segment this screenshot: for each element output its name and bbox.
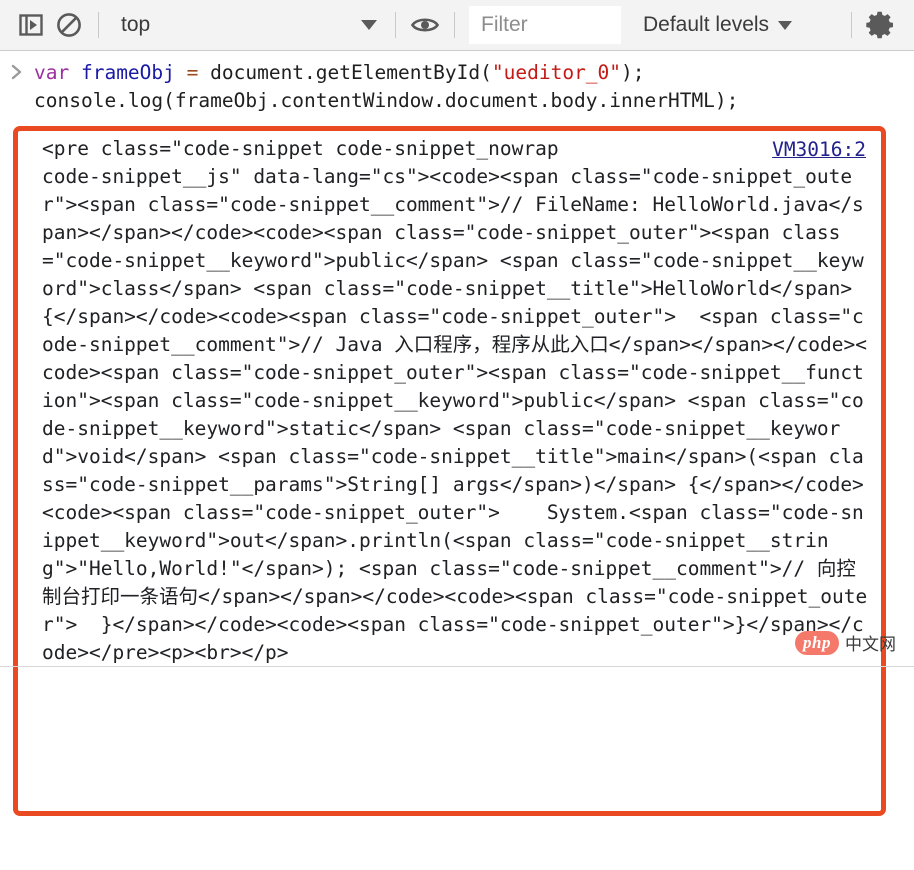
prompt-chevron-right-icon bbox=[11, 64, 22, 80]
console-output-annotated-region: VM3016:2 <pre class="code-snippet code-s… bbox=[13, 126, 886, 816]
code-token: document.getElementById( bbox=[210, 61, 492, 84]
console-input-echo-row: var frameObj = document.getElementById("… bbox=[0, 51, 914, 119]
toolbar-divider-2 bbox=[395, 12, 396, 38]
prompt-gutter bbox=[0, 59, 34, 115]
gear-icon bbox=[866, 11, 893, 39]
log-level-selector[interactable]: Default levels bbox=[643, 13, 793, 37]
execution-context-selector[interactable]: top bbox=[109, 8, 385, 42]
bottom-divider bbox=[0, 666, 914, 667]
code-token: = bbox=[186, 61, 211, 84]
watermark-site-label: 中文网 bbox=[845, 635, 896, 655]
code-token: var bbox=[34, 61, 81, 84]
console-sidebar-icon bbox=[19, 14, 43, 36]
console-output-head: <pre class="code-snippet code-snippet_no… bbox=[42, 137, 571, 160]
console-settings-button[interactable] bbox=[862, 6, 900, 44]
chevron-down-icon bbox=[778, 20, 793, 30]
console-filter-box[interactable] bbox=[469, 6, 621, 44]
console-input-expression[interactable]: var frameObj = document.getElementById("… bbox=[34, 59, 914, 115]
chevron-down-icon bbox=[361, 20, 377, 30]
live-expression-button[interactable] bbox=[406, 6, 444, 44]
console-output-body: code-snippet__js" data-lang="cs"><code><… bbox=[42, 165, 868, 664]
console-message-area: var frameObj = document.getElementById("… bbox=[0, 51, 914, 816]
toolbar-divider-4 bbox=[851, 12, 852, 38]
log-level-value: Default levels bbox=[643, 13, 770, 36]
clear-console-no-entry-icon bbox=[57, 13, 81, 37]
execution-context-value: top bbox=[121, 13, 151, 36]
code-token: "ueditor_0" bbox=[491, 61, 622, 84]
toolbar-divider-3 bbox=[454, 12, 455, 38]
php-logo-icon: php bbox=[795, 630, 839, 655]
search-input[interactable] bbox=[481, 13, 621, 37]
toolbar-divider-1 bbox=[98, 12, 99, 38]
code-token: frameObj bbox=[80, 61, 187, 84]
watermark: php 中文网 bbox=[795, 630, 896, 655]
devtools-console-toolbar: top Default levels bbox=[0, 0, 914, 51]
live-expression-eye-icon bbox=[410, 18, 440, 32]
clear-console-button[interactable] bbox=[50, 6, 88, 44]
source-location-link[interactable]: VM3016:2 bbox=[772, 136, 866, 164]
console-sidebar-toggle-button[interactable] bbox=[12, 6, 50, 44]
